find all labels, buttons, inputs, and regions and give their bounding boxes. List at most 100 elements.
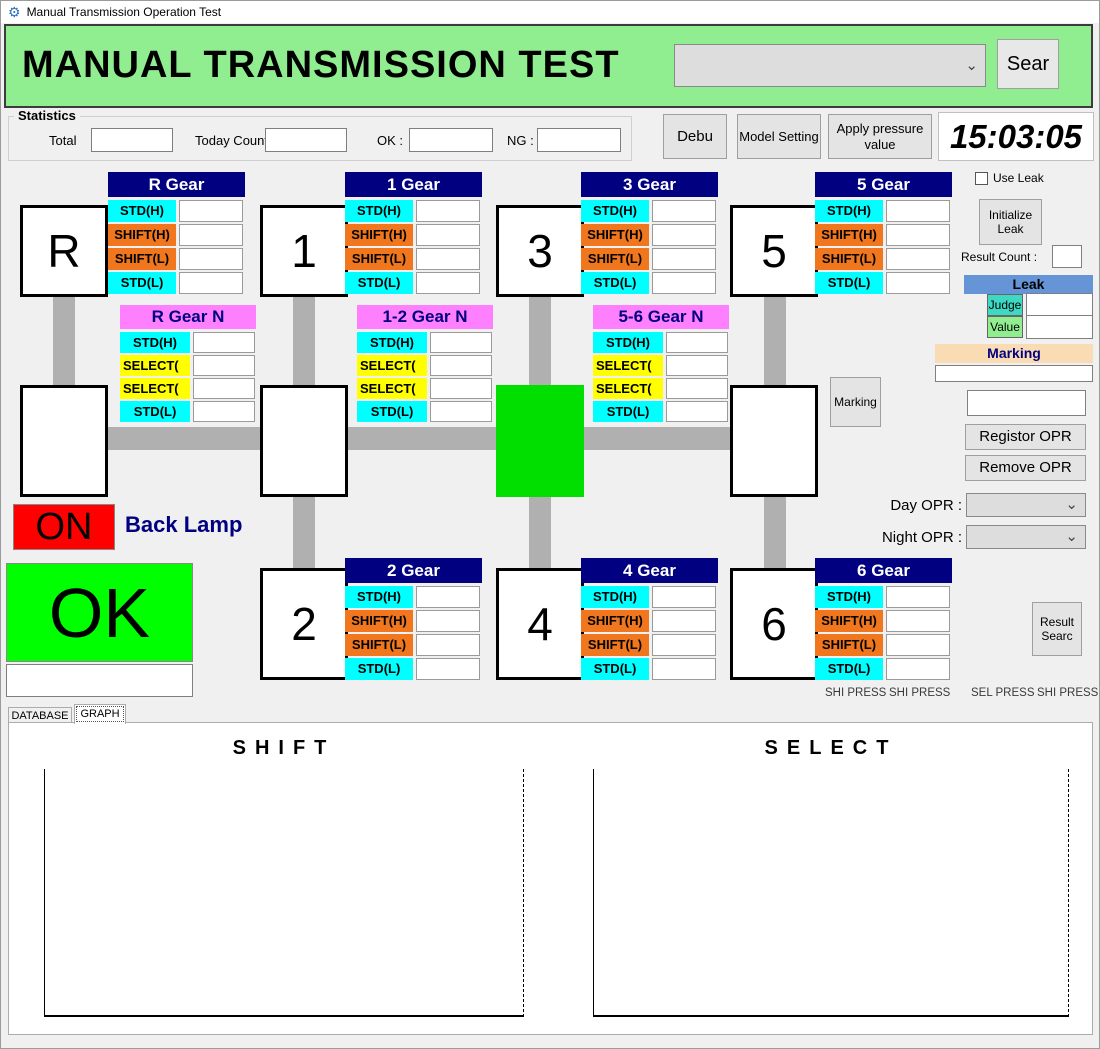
connector-bar — [53, 296, 75, 386]
leak-judge-input[interactable] — [1026, 293, 1093, 317]
row-input[interactable] — [652, 224, 716, 246]
result-count-input[interactable] — [1052, 245, 1082, 268]
panel-6-gear: 6 Gear STD(H) SHIFT(H) SHIFT(L) STD(L) — [815, 558, 952, 682]
row-input[interactable] — [886, 634, 950, 656]
ok-label: OK : — [377, 133, 403, 148]
row-input[interactable] — [416, 272, 480, 294]
row-input[interactable] — [652, 658, 716, 680]
row-input[interactable] — [652, 634, 716, 656]
row-label: SELECT( — [357, 378, 427, 399]
row-input[interactable] — [179, 272, 243, 294]
row-input[interactable] — [652, 586, 716, 608]
row-input[interactable] — [416, 658, 480, 680]
row-input[interactable] — [666, 378, 728, 399]
use-leak-checkbox-row[interactable]: Use Leak — [975, 171, 1044, 185]
result-message-field[interactable] — [6, 664, 193, 697]
panel-title: 3 Gear — [581, 172, 718, 197]
row-input[interactable] — [416, 634, 480, 656]
row-label: STD(H) — [815, 200, 883, 222]
night-opr-combobox[interactable]: ⌄ — [966, 525, 1086, 549]
row-input[interactable] — [179, 200, 243, 222]
row-input[interactable] — [416, 586, 480, 608]
panel-title: 2 Gear — [345, 558, 482, 583]
row-input[interactable] — [193, 378, 255, 399]
row-label: SHIFT(L) — [581, 248, 649, 270]
row-label: SELECT( — [120, 378, 190, 399]
select-graph-plot — [593, 769, 1069, 1017]
remove-opr-button[interactable]: Remove OPR — [965, 455, 1086, 481]
row-input[interactable] — [886, 272, 950, 294]
shift-graph-title: SHIFT — [44, 737, 524, 760]
row-input[interactable] — [886, 200, 950, 222]
marking-button[interactable]: Marking — [830, 377, 881, 427]
chevron-down-icon: ⌄ — [1065, 495, 1078, 513]
row-label: STD(L) — [345, 272, 413, 294]
row-input[interactable] — [416, 610, 480, 632]
gear-position-4: 4 — [496, 568, 584, 680]
row-label: STD(L) — [108, 272, 176, 294]
registor-opr-button[interactable]: Registor OPR — [965, 424, 1086, 450]
row-input[interactable] — [886, 224, 950, 246]
row-input[interactable] — [886, 610, 950, 632]
row-input[interactable] — [430, 401, 492, 422]
today-count-input[interactable] — [265, 128, 347, 152]
leak-value-input[interactable] — [1026, 315, 1093, 339]
row-input[interactable] — [193, 401, 255, 422]
row-input[interactable] — [416, 224, 480, 246]
checkbox-icon[interactable] — [975, 172, 988, 185]
apply-pressure-button[interactable]: Apply pressure value — [828, 114, 932, 159]
panel-1-gear: 1 Gear STD(H) SHIFT(H) SHIFT(L) STD(L) — [345, 172, 482, 296]
model-setting-button[interactable]: Model Setting — [737, 114, 821, 159]
row-input[interactable] — [430, 378, 492, 399]
row-input[interactable] — [652, 272, 716, 294]
ng-input[interactable] — [537, 128, 621, 152]
row-input[interactable] — [666, 401, 728, 422]
row-input[interactable] — [886, 586, 950, 608]
leak-judge-tag: Judge — [987, 294, 1023, 316]
search-combobox[interactable]: ⌄ — [674, 44, 986, 87]
select-graph-title: SELECT — [593, 737, 1069, 760]
neutral-position-12 — [260, 385, 348, 497]
row-input[interactable] — [886, 658, 950, 680]
panel-56-gear-n: 5-6 Gear N STD(H) SELECT( SELECT( STD(L) — [593, 305, 729, 424]
row-input[interactable] — [430, 332, 492, 353]
debug-button[interactable]: Debu — [663, 114, 727, 159]
row-label: STD(L) — [120, 401, 190, 422]
total-input[interactable] — [91, 128, 173, 152]
initialize-leak-button[interactable]: Initialize Leak — [979, 199, 1042, 245]
row-input[interactable] — [430, 355, 492, 376]
opr-input[interactable] — [967, 390, 1086, 416]
neutral-position-34-selected — [496, 385, 584, 497]
row-label: SHIFT(H) — [581, 224, 649, 246]
row-label: STD(H) — [581, 200, 649, 222]
gear-position-6: 6 — [730, 568, 818, 680]
search-button[interactable]: Sear — [997, 39, 1059, 89]
neutral-position-r — [20, 385, 108, 497]
row-input[interactable] — [666, 332, 728, 353]
row-input[interactable] — [179, 224, 243, 246]
row-input[interactable] — [193, 355, 255, 376]
row-input[interactable] — [666, 355, 728, 376]
row-label: SELECT( — [120, 355, 190, 376]
row-input[interactable] — [886, 248, 950, 270]
day-opr-combobox[interactable]: ⌄ — [966, 493, 1086, 517]
row-input[interactable] — [652, 200, 716, 222]
row-input[interactable] — [652, 610, 716, 632]
row-input[interactable] — [416, 248, 480, 270]
row-input[interactable] — [193, 332, 255, 353]
row-label: STD(L) — [581, 272, 649, 294]
row-label: STD(L) — [581, 658, 649, 680]
row-label: SELECT( — [593, 378, 663, 399]
back-lamp-indicator: ON — [13, 504, 115, 550]
result-search-button[interactable]: Result Searc — [1032, 602, 1082, 656]
tab-graph[interactable]: GRAPH — [74, 704, 126, 724]
row-input[interactable] — [416, 200, 480, 222]
row-input[interactable] — [652, 248, 716, 270]
app-gear-icon: ⚙ — [8, 5, 21, 19]
press-label: SHI PRESS — [1037, 687, 1098, 699]
ok-input[interactable] — [409, 128, 493, 152]
row-label: SHIFT(H) — [345, 610, 413, 632]
panel-2-gear: 2 Gear STD(H) SHIFT(H) SHIFT(L) STD(L) — [345, 558, 482, 682]
row-input[interactable] — [179, 248, 243, 270]
marking-input[interactable] — [935, 365, 1093, 382]
